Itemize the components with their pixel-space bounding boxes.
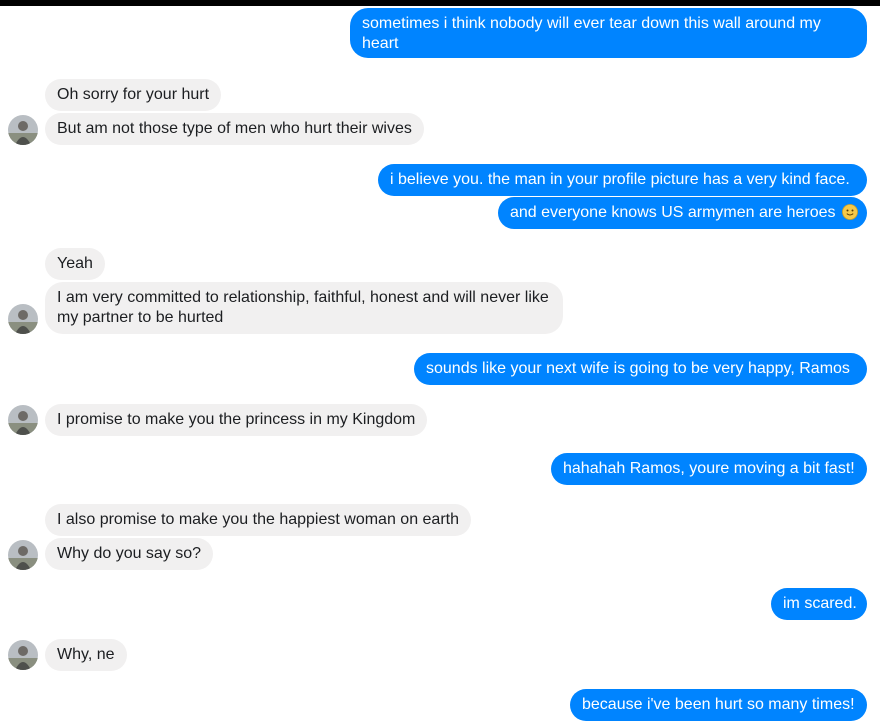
message-text: Why do you say so? xyxy=(57,545,202,562)
message-text: I promise to make you the princess in my… xyxy=(57,411,416,428)
message-text: But am not those type of men who hurt th… xyxy=(57,120,412,137)
message-incoming[interactable]: Why, ne xyxy=(45,639,127,671)
message-incoming[interactable]: Yeah xyxy=(45,248,105,280)
message-outgoing[interactable]: sometimes i think nobody will ever tear … xyxy=(350,8,867,58)
avatar-photo-icon xyxy=(8,115,38,145)
message-incoming[interactable]: But am not those type of men who hurt th… xyxy=(45,113,424,145)
avatar-photo-icon xyxy=(8,304,38,334)
message-text: i believe you. the man in your profile p… xyxy=(390,171,850,188)
message-text: hahahah Ramos, youre moving a bit fast! xyxy=(563,460,855,477)
contact-avatar[interactable] xyxy=(8,540,38,570)
message-outgoing[interactable]: sounds like your next wife is going to b… xyxy=(414,353,867,385)
message-text: Oh sorry for your hurt xyxy=(57,86,210,103)
message-outgoing[interactable]: hahahah Ramos, youre moving a bit fast! xyxy=(551,453,867,485)
message-text: I am very committed to relationship, fai… xyxy=(57,289,549,326)
contact-avatar[interactable] xyxy=(8,405,38,435)
message-outgoing[interactable]: because i've been hurt so many times! xyxy=(570,689,867,721)
message-text: Yeah xyxy=(57,255,93,272)
slightly-smiling-face-icon xyxy=(842,204,858,226)
message-incoming[interactable]: I also promise to make you the happiest … xyxy=(45,504,471,536)
contact-avatar[interactable] xyxy=(8,640,38,670)
avatar-photo-icon xyxy=(8,640,38,670)
top-border xyxy=(0,0,880,6)
message-outgoing[interactable]: i believe you. the man in your profile p… xyxy=(378,164,867,196)
message-text: im scared. xyxy=(783,595,857,612)
message-outgoing[interactable]: and everyone knows US armymen are heroes xyxy=(498,197,867,229)
message-text: because i've been hurt so many times! xyxy=(582,696,855,713)
avatar-photo-icon xyxy=(8,405,38,435)
contact-avatar[interactable] xyxy=(8,304,38,334)
message-text: sometimes i think nobody will ever tear … xyxy=(362,15,821,52)
message-text: I also promise to make you the happiest … xyxy=(57,511,459,528)
message-outgoing[interactable]: im scared. xyxy=(771,588,867,620)
avatar-photo-icon xyxy=(8,540,38,570)
message-text: sounds like your next wife is going to b… xyxy=(426,360,850,377)
message-incoming[interactable]: I promise to make you the princess in my… xyxy=(45,404,428,436)
contact-avatar[interactable] xyxy=(8,115,38,145)
message-text: and everyone knows US armymen are heroes xyxy=(510,204,836,221)
message-text: Why, ne xyxy=(57,646,115,663)
message-incoming[interactable]: Oh sorry for your hurt xyxy=(45,79,222,111)
message-incoming[interactable]: I am very committed to relationship, fai… xyxy=(45,282,563,334)
message-incoming[interactable]: Why do you say so? xyxy=(45,538,214,570)
